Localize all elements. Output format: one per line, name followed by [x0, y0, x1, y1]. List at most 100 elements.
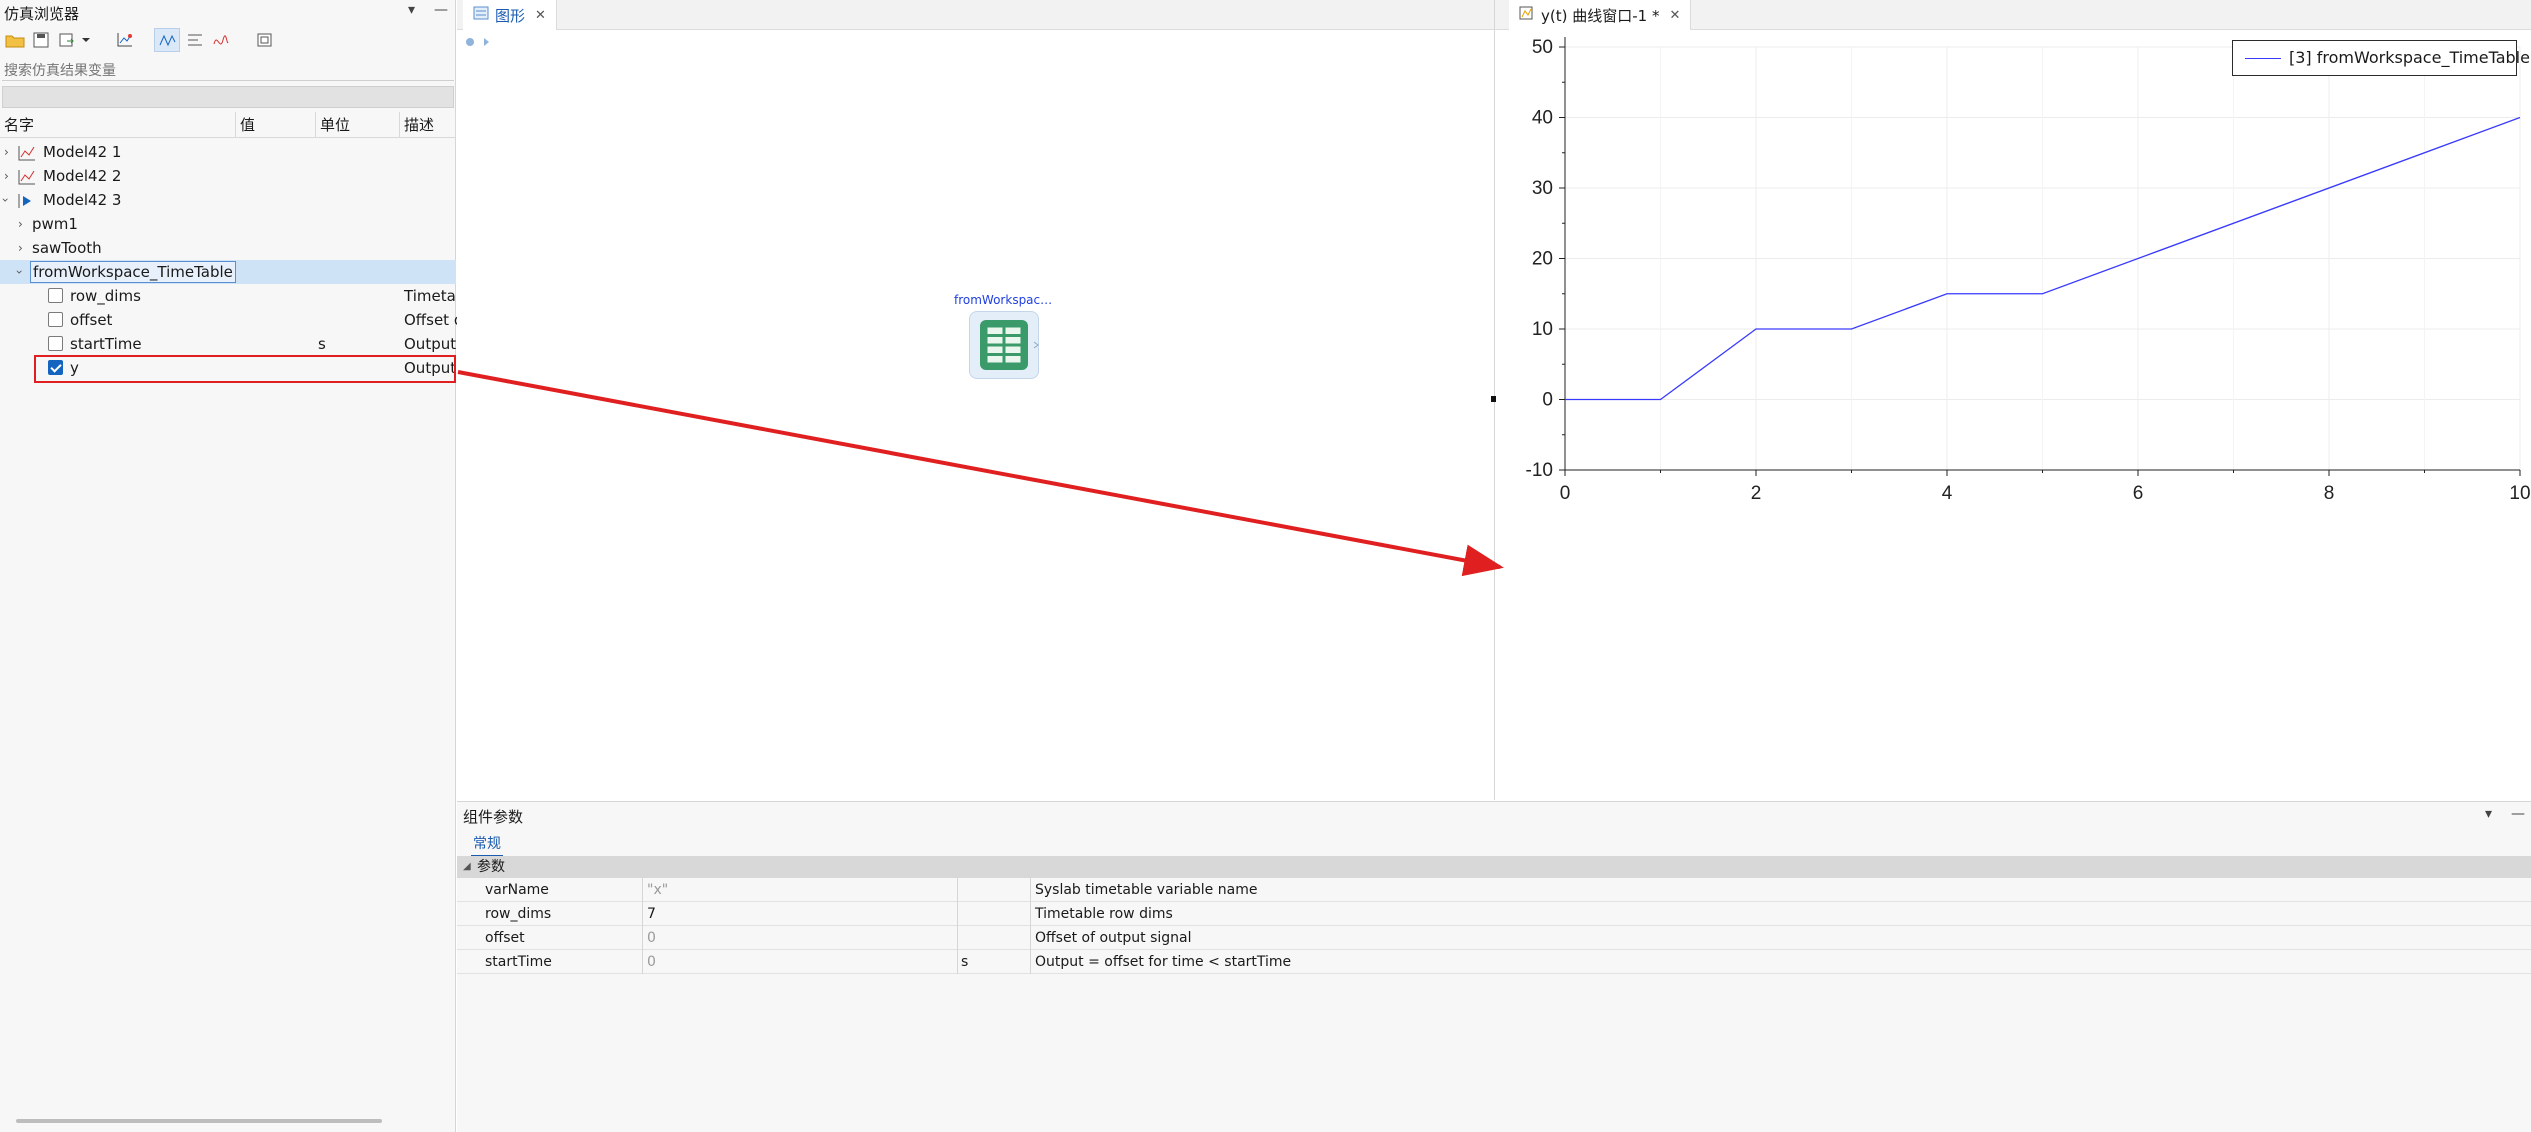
- param-desc: Offset of output signal: [1035, 930, 1192, 946]
- column-unit[interactable]: 单位: [316, 112, 400, 138]
- component-label: pwm1: [32, 215, 78, 233]
- x-tick-label: 2: [1751, 483, 1762, 504]
- y-tick-label: 0: [1542, 390, 1553, 411]
- table-icon: [980, 320, 1039, 370]
- minimize-icon[interactable]: —: [2511, 806, 2525, 822]
- splitter-handle[interactable]: [1491, 396, 1496, 402]
- component-label: fromWorkspace_TimeTable: [30, 261, 236, 283]
- param-value[interactable]: "x": [647, 878, 668, 902]
- simulation-browser-panel: 仿真浏览器 ▾ — 名字 值 单位 描述: [0, 0, 463, 1132]
- legend: [3] fromWorkspace_TimeTable.y: [2232, 40, 2531, 76]
- horizontal-scrollbar[interactable]: [16, 1119, 382, 1123]
- param-value[interactable]: 7: [647, 902, 656, 926]
- chevron-down-icon[interactable]: ›: [7, 270, 31, 275]
- component-params-panel: 组件参数 ▾ — 常规 ◢ 参数 varName "x" Syslab time…: [457, 801, 2531, 1132]
- chevron-right-icon[interactable]: [483, 36, 491, 50]
- param-desc: Syslab timetable variable name: [1035, 882, 1258, 898]
- component-label: sawTooth: [32, 239, 102, 257]
- column-name[interactable]: 名字: [0, 112, 236, 138]
- chevron-down-icon[interactable]: ›: [0, 198, 17, 203]
- param-value[interactable]: 0: [647, 950, 656, 974]
- x-tick-label: 4: [1942, 483, 1953, 504]
- tree-row-fromworkspace-timetable[interactable]: › fromWorkspace_TimeTable: [0, 260, 456, 284]
- browser-toolbar: [0, 24, 456, 56]
- var-desc: Offset o: [404, 311, 464, 329]
- tab-label: 图形: [495, 6, 526, 25]
- chevron-right-icon[interactable]: ›: [18, 236, 23, 260]
- home-icon[interactable]: [465, 36, 475, 50]
- open-folder-icon[interactable]: [2, 28, 28, 52]
- param-row[interactable]: offset 0 Offset of output signal: [457, 926, 2531, 950]
- param-group-header[interactable]: ◢ 参数: [457, 856, 2531, 878]
- plot-panel: y(t) 曲线窗口-1 * ✕ -10 0 10 20 30 40 50 0 2 4 6 8 10 [3…: [1494, 0, 2531, 800]
- param-name: row_dims: [485, 906, 552, 922]
- checkbox[interactable]: [48, 312, 63, 327]
- tab-general[interactable]: 常规: [471, 833, 503, 857]
- var-row[interactable]: startTime s Output: [0, 332, 456, 356]
- line-chart[interactable]: -10 0 10 20 30 40 50 0 2 4 6 8 10: [1495, 30, 2531, 800]
- var-row[interactable]: offset Offset o: [0, 308, 463, 332]
- legend-swatch: [2245, 58, 2281, 59]
- chevron-right-icon[interactable]: ›: [4, 140, 9, 164]
- y-tick-label: 40: [1532, 108, 1553, 129]
- checkbox[interactable]: [48, 336, 63, 351]
- param-name: varName: [485, 882, 549, 898]
- diagram-panel: 图形 ✕: [457, 0, 1494, 800]
- var-name: offset: [70, 311, 113, 329]
- var-row[interactable]: row_dims Timetal: [0, 284, 460, 308]
- diagram-icon: [473, 6, 489, 24]
- checkbox[interactable]: [48, 288, 63, 303]
- window-icon[interactable]: [252, 28, 278, 52]
- var-name: row_dims: [70, 287, 141, 305]
- tree-row-model-2[interactable]: › Model42 2: [0, 164, 456, 188]
- panel-title: 仿真浏览器: [4, 5, 80, 23]
- param-row[interactable]: row_dims 7 Timetable row dims: [457, 902, 2531, 926]
- y-tick-label: 50: [1532, 37, 1553, 58]
- save-icon[interactable]: [28, 28, 54, 52]
- export-icon[interactable]: [54, 28, 80, 52]
- tree-row-model-3[interactable]: › Model42 3: [0, 188, 456, 212]
- param-row[interactable]: varName "x" Syslab timetable variable na…: [457, 878, 2531, 902]
- filter-bar[interactable]: [2, 86, 454, 108]
- legend-label: [3] fromWorkspace_TimeTable.y: [2289, 48, 2531, 67]
- param-desc: Timetable row dims: [1035, 906, 1173, 922]
- list-settings-icon[interactable]: [182, 28, 208, 52]
- tree-row-sawtooth[interactable]: › sawTooth: [0, 236, 456, 260]
- curve-icon[interactable]: [208, 28, 234, 52]
- collapse-icon[interactable]: ◢: [463, 856, 471, 878]
- plot-tabstrip: y(t) 曲线窗口-1 * ✕: [1495, 0, 2531, 30]
- minimize-icon[interactable]: —: [434, 2, 448, 18]
- y-tick-label: 20: [1532, 249, 1553, 270]
- close-icon[interactable]: ✕: [1669, 8, 1680, 23]
- panel-title: 组件参数: [463, 808, 524, 826]
- chevron-down-icon[interactable]: [78, 28, 94, 52]
- tab-diagram[interactable]: 图形 ✕: [463, 0, 557, 30]
- timetable-block[interactable]: [969, 311, 1039, 379]
- column-desc[interactable]: 描述: [400, 112, 456, 138]
- group-label: 参数: [477, 859, 505, 875]
- panel-menu-icon[interactable]: ▾: [2485, 806, 2492, 822]
- curve-mode-icon[interactable]: [154, 28, 180, 52]
- var-unit: s: [318, 335, 326, 353]
- y-tick-label: 30: [1532, 178, 1553, 199]
- column-value[interactable]: 值: [236, 112, 316, 138]
- param-name: startTime: [485, 954, 552, 970]
- chevron-right-icon[interactable]: ›: [18, 212, 23, 236]
- x-tick-label: 6: [2133, 483, 2144, 504]
- chevron-right-icon[interactable]: ›: [4, 164, 9, 188]
- panel-menu-icon[interactable]: ▾: [408, 2, 415, 18]
- tab-plot-window[interactable]: y(t) 曲线窗口-1 * ✕: [1509, 0, 1692, 30]
- tree-row-model-1[interactable]: › Model42 1: [0, 140, 456, 164]
- var-desc: Timetal: [404, 287, 460, 305]
- tab-label: y(t) 曲线窗口-1 *: [1541, 6, 1660, 25]
- param-value[interactable]: 0: [647, 926, 656, 950]
- search-input[interactable]: [2, 59, 454, 81]
- plot-add-icon[interactable]: [112, 28, 138, 52]
- x-tick-label: 0: [1560, 483, 1571, 504]
- column-divider: [1030, 878, 1031, 974]
- tree-row-pwm1[interactable]: › pwm1: [0, 212, 456, 236]
- param-row[interactable]: startTime 0 s Output = offset for time <…: [457, 950, 2531, 974]
- param-name: offset: [485, 930, 525, 946]
- close-icon[interactable]: ✕: [535, 8, 546, 23]
- model-label: Model42 1: [43, 143, 122, 161]
